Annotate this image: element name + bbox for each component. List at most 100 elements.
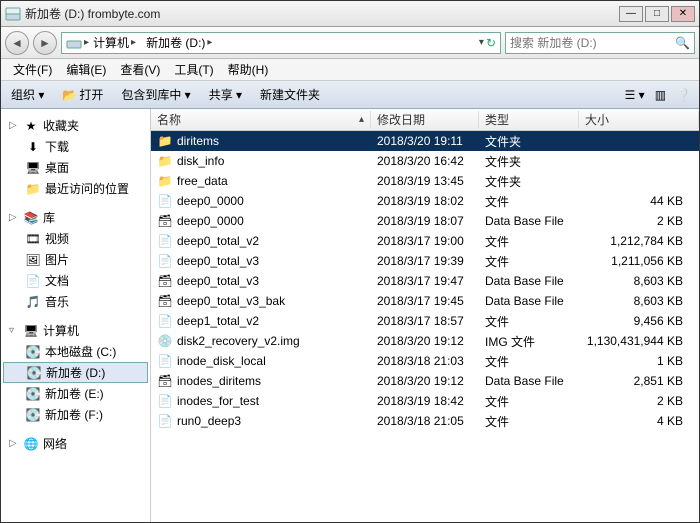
- sidebar-item-drive-c[interactable]: 💽本地磁盘 (C:): [3, 341, 148, 362]
- file-row[interactable]: 📄run0_deep32018/3/18 21:05文件4 KB: [151, 411, 699, 431]
- video-icon: 🎞: [25, 232, 41, 246]
- library-icon: 📚: [23, 211, 39, 225]
- sidebar-network[interactable]: ▷🌐网络: [3, 433, 148, 454]
- download-icon: ⬇: [25, 140, 41, 154]
- file-name: run0_deep3: [177, 414, 241, 428]
- file-type: Data Base File: [479, 374, 579, 388]
- menu-bar: 文件(F) 编辑(E) 查看(V) 工具(T) 帮助(H): [1, 59, 699, 81]
- chevron-right-icon[interactable]: ▸: [84, 37, 89, 48]
- file-row[interactable]: 📁free_data2018/3/19 13:45文件夹: [151, 171, 699, 191]
- file-type: Data Base File: [479, 294, 579, 308]
- file-row[interactable]: 📁disk_info2018/3/20 16:42文件夹: [151, 151, 699, 171]
- file-row[interactable]: 📄deep0_total_v22018/3/17 19:00文件1,212,78…: [151, 231, 699, 251]
- window-title: 新加卷 (D:) frombyte.com: [25, 5, 619, 22]
- file-type: 文件: [479, 393, 579, 410]
- refresh-button[interactable]: ↻: [486, 36, 496, 50]
- open-button[interactable]: 📂打开: [58, 84, 107, 105]
- img-icon: 💿: [157, 334, 173, 348]
- sidebar-computer[interactable]: ▿🖥计算机: [3, 320, 148, 341]
- file-row[interactable]: 📁diritems2018/3/20 19:11文件夹: [151, 131, 699, 151]
- file-row[interactable]: 📄deep0_00002018/3/19 18:02文件44 KB: [151, 191, 699, 211]
- sidebar-item-desktop[interactable]: 🖥桌面: [3, 157, 148, 178]
- file-name: inode_disk_local: [177, 354, 266, 368]
- file-row[interactable]: 🗃deep0_total_v3_bak2018/3/17 19:45Data B…: [151, 291, 699, 311]
- file-type: 文件: [479, 353, 579, 370]
- sidebar-item-videos[interactable]: 🎞视频: [3, 228, 148, 249]
- file-size: 2,851 KB: [579, 374, 699, 388]
- file-pane: 名称▴ 修改日期 类型 大小 📁diritems2018/3/20 19:11文…: [151, 109, 699, 522]
- file-row[interactable]: 📄deep1_total_v22018/3/17 18:57文件9,456 KB: [151, 311, 699, 331]
- sidebar-libraries[interactable]: ▷📚库: [3, 207, 148, 228]
- menu-help[interactable]: 帮助(H): [222, 59, 275, 80]
- search-box[interactable]: 🔍: [505, 32, 695, 54]
- file-date: 2018/3/20 19:11: [371, 134, 479, 148]
- file-type: 文件: [479, 253, 579, 270]
- file-row[interactable]: 🗃inodes_diritems2018/3/20 19:12Data Base…: [151, 371, 699, 391]
- sidebar-item-recent[interactable]: 📁最近访问的位置: [3, 178, 148, 199]
- pictures-icon: 🖼: [25, 253, 41, 267]
- documents-icon: 📄: [25, 274, 41, 288]
- sidebar-item-drive-d[interactable]: 💽新加卷 (D:): [3, 362, 148, 383]
- help-button[interactable]: ❔: [674, 86, 693, 104]
- sidebar-item-drive-f[interactable]: 💽新加卷 (F:): [3, 404, 148, 425]
- view-options-button[interactable]: ☰ ▾: [623, 86, 647, 104]
- music-icon: 🎵: [25, 295, 41, 309]
- file-date: 2018/3/17 19:47: [371, 274, 479, 288]
- file-date: 2018/3/18 21:05: [371, 414, 479, 428]
- file-row[interactable]: 📄inode_disk_local2018/3/18 21:03文件1 KB: [151, 351, 699, 371]
- minimize-button[interactable]: —: [619, 6, 643, 22]
- titlebar: 新加卷 (D:) frombyte.com — □ ✕: [1, 1, 699, 27]
- sidebar-item-pictures[interactable]: 🖼图片: [3, 249, 148, 270]
- network-icon: 🌐: [23, 437, 39, 451]
- file-row[interactable]: 🗃deep0_total_v32018/3/17 19:47Data Base …: [151, 271, 699, 291]
- column-name[interactable]: 名称▴: [151, 111, 371, 128]
- file-type: 文件: [479, 313, 579, 330]
- drive-icon: 💽: [26, 366, 42, 380]
- file-date: 2018/3/17 19:45: [371, 294, 479, 308]
- sort-icon: ▴: [359, 114, 364, 125]
- breadcrumb-drive[interactable]: 新加卷 (D:)▸: [144, 34, 218, 51]
- file-type: 文件夹: [479, 153, 579, 170]
- drive-icon: [66, 35, 82, 51]
- forward-button[interactable]: ►: [33, 31, 57, 55]
- menu-view[interactable]: 查看(V): [114, 59, 166, 80]
- search-input[interactable]: [510, 36, 675, 50]
- file-name: free_data: [177, 174, 228, 188]
- sidebar-item-drive-e[interactable]: 💽新加卷 (E:): [3, 383, 148, 404]
- newfolder-button[interactable]: 新建文件夹: [256, 84, 324, 105]
- sidebar-item-documents[interactable]: 📄文档: [3, 270, 148, 291]
- sidebar: ▷★收藏夹 ⬇下载 🖥桌面 📁最近访问的位置 ▷📚库 🎞视频 🖼图片 📄文档 🎵…: [1, 109, 151, 522]
- back-button[interactable]: ◄: [5, 31, 29, 55]
- search-icon[interactable]: 🔍: [675, 36, 690, 50]
- column-size[interactable]: 大小: [579, 111, 699, 128]
- close-button[interactable]: ✕: [671, 6, 695, 22]
- include-button[interactable]: 包含到库中 ▾: [117, 84, 194, 105]
- file-name: deep0_0000: [177, 214, 244, 228]
- file-date: 2018/3/19 18:02: [371, 194, 479, 208]
- menu-file[interactable]: 文件(F): [7, 59, 58, 80]
- address-bar[interactable]: ▸ 计算机▸ 新加卷 (D:)▸ ▾ ↻: [61, 32, 501, 54]
- drive-icon: [5, 6, 21, 22]
- file-name: deep0_total_v3_bak: [177, 294, 285, 308]
- file-size: 44 KB: [579, 194, 699, 208]
- file-name: disk_info: [177, 154, 224, 168]
- column-date[interactable]: 修改日期: [371, 111, 479, 128]
- sidebar-item-music[interactable]: 🎵音乐: [3, 291, 148, 312]
- sidebar-item-downloads[interactable]: ⬇下载: [3, 136, 148, 157]
- menu-edit[interactable]: 编辑(E): [60, 59, 112, 80]
- share-button[interactable]: 共享 ▾: [205, 84, 246, 105]
- file-row[interactable]: 🗃deep0_00002018/3/19 18:07Data Base File…: [151, 211, 699, 231]
- sidebar-favorites[interactable]: ▷★收藏夹: [3, 115, 148, 136]
- preview-pane-button[interactable]: ▥: [653, 86, 668, 104]
- file-row[interactable]: 📄inodes_for_test2018/3/19 18:42文件2 KB: [151, 391, 699, 411]
- file-row[interactable]: 💿disk2_recovery_v2.img2018/3/20 19:12IMG…: [151, 331, 699, 351]
- menu-tools[interactable]: 工具(T): [168, 59, 219, 80]
- file-size: 4 KB: [579, 414, 699, 428]
- file-size: 8,603 KB: [579, 274, 699, 288]
- organize-button[interactable]: 组织 ▾: [7, 84, 48, 105]
- file-row[interactable]: 📄deep0_total_v32018/3/17 19:39文件1,211,05…: [151, 251, 699, 271]
- breadcrumb-computer[interactable]: 计算机▸: [91, 34, 142, 51]
- dropdown-icon[interactable]: ▾: [479, 37, 484, 48]
- maximize-button[interactable]: □: [645, 6, 669, 22]
- column-type[interactable]: 类型: [479, 111, 579, 128]
